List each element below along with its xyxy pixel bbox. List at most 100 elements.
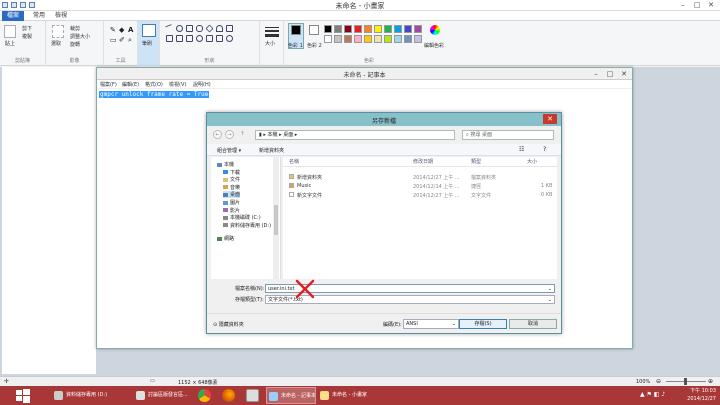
palette-swatch[interactable] (364, 35, 372, 43)
crop-button[interactable]: 裁剪 (70, 25, 80, 32)
palette-swatch[interactable] (334, 25, 342, 33)
brush-button[interactable]: 筆刷 (142, 40, 152, 47)
organize-button[interactable]: 組合管理 ▾ (217, 147, 241, 154)
save-button[interactable]: 存檔(S) (459, 319, 507, 329)
tab-view[interactable]: 檢視 (50, 11, 72, 21)
palette-swatch[interactable] (404, 25, 412, 33)
back-icon[interactable]: ← (213, 130, 222, 139)
column-header-size[interactable]: 大小 (527, 158, 537, 165)
help-icon[interactable]: ? (543, 146, 546, 153)
pencil-icon[interactable]: ✎ (110, 26, 116, 34)
arrow-left-shape-icon[interactable] (176, 35, 183, 42)
tab-file[interactable]: 檔案 (2, 11, 25, 21)
rotate-button[interactable]: 旋轉 (70, 41, 80, 48)
palette-swatch[interactable] (394, 35, 402, 43)
palette-swatch[interactable] (334, 35, 342, 43)
new-folder-button[interactable]: 新增資料夾 (259, 147, 284, 154)
minimize-icon[interactable]: – (676, 0, 690, 10)
oval-shape-icon[interactable] (176, 25, 183, 32)
pentagon-shape-icon[interactable] (226, 25, 233, 32)
tray-icons[interactable]: ▲ ⚑ ◧ ♪ (640, 391, 665, 398)
rounded-rectangle-shape-icon[interactable] (196, 25, 203, 32)
zoom-in-icon[interactable]: ⊕ (708, 378, 713, 385)
file-row[interactable]: 新文字文件 2014/12/27 上午 ... 文字文件 0 KB (283, 191, 557, 199)
palette-swatch[interactable] (414, 35, 422, 43)
diamond-shape-icon[interactable] (205, 24, 214, 33)
zoom-out-icon[interactable]: ⊖ (656, 378, 661, 385)
nav-item[interactable]: 文件 (223, 176, 240, 183)
taskbar-item-drive-d[interactable]: 資料儲存專用 (D:) (52, 387, 132, 404)
maximize-icon[interactable]: □ (690, 0, 704, 10)
view-options-icon[interactable]: ☷ (519, 146, 524, 153)
size-button[interactable]: 大小 (265, 40, 275, 47)
color2-button[interactable]: 色彩 2 (307, 42, 322, 49)
star-shape-icon[interactable] (186, 35, 193, 42)
clock[interactable]: 下午 10:03 2014/12/27 (672, 387, 716, 403)
palette-swatch[interactable] (374, 35, 382, 43)
nav-item[interactable]: 圖片 (223, 199, 240, 206)
palette-swatch[interactable] (404, 35, 412, 43)
color-picker-icon[interactable]: ✐ (119, 36, 125, 44)
palette-swatch[interactable] (384, 25, 392, 33)
filetype-dropdown-icon[interactable]: ⌄ (548, 296, 552, 304)
file-row[interactable]: 新增資料夾 2014/12/27 上午 ... 檔案資料夾 (283, 173, 557, 181)
navigation-scrollbar[interactable] (273, 157, 279, 279)
palette-swatch[interactable] (374, 25, 382, 33)
paste-button[interactable]: 貼上 (5, 40, 15, 47)
edit-colors-icon[interactable] (430, 25, 440, 35)
encoding-dropdown-icon[interactable]: ⌄ (452, 320, 456, 328)
file-row[interactable]: Music 2014/12/14 上午 ... 捷徑 1 KB (283, 182, 557, 190)
palette-swatch[interactable] (344, 25, 352, 33)
app-icon[interactable] (246, 389, 259, 402)
nav-item[interactable]: 本機 (217, 161, 234, 168)
nav-item[interactable]: 資料儲存專用 (D:) (223, 222, 271, 229)
palette-swatch[interactable] (324, 25, 332, 33)
resize-button[interactable]: 調整大小 (70, 33, 90, 40)
start-button[interactable] (6, 389, 40, 403)
zoom-slider-thumb[interactable] (684, 378, 687, 385)
color2-swatch[interactable] (309, 25, 319, 35)
copy-button[interactable]: 複製 (22, 33, 32, 40)
taskbar-item-forum[interactable]: 討論區版發言區... (134, 387, 194, 404)
firefox-icon[interactable] (222, 389, 235, 402)
address-segment-pc[interactable]: 本機 (267, 132, 277, 138)
line-shape-icon[interactable] (165, 24, 174, 33)
notepad-text-content[interactable]: gmpcr unlock frame rate = True (99, 91, 210, 98)
palette-swatch[interactable] (344, 35, 352, 43)
triangle-shape-icon[interactable] (216, 25, 223, 32)
notepad-close-icon[interactable]: ✕ (617, 69, 631, 79)
color1-button[interactable]: 色彩 1 (288, 42, 303, 49)
nav-item[interactable]: 本機磁碟 (C:) (223, 214, 261, 221)
address-segment-desktop[interactable]: 桌面 (283, 132, 293, 138)
up-icon[interactable]: ↑ (238, 130, 247, 139)
heart-shape-icon[interactable] (206, 35, 213, 42)
fill-icon[interactable]: ◆ (119, 26, 124, 34)
menu-file[interactable]: 檔案(F) (100, 81, 117, 88)
menu-edit[interactable]: 編輯(E) (122, 81, 139, 88)
palette-swatch[interactable] (364, 25, 372, 33)
palette-swatch[interactable] (324, 35, 332, 43)
column-header-date[interactable]: 修改日期 (413, 158, 433, 165)
nav-item[interactable]: 影片 (223, 207, 240, 214)
rectangle-shape-icon[interactable] (186, 25, 193, 32)
palette-swatch[interactable] (354, 25, 362, 33)
lightning-shape-icon[interactable] (216, 35, 223, 42)
column-header-name[interactable]: 名稱 (289, 158, 299, 165)
eraser-icon[interactable]: ▭ (110, 36, 117, 44)
filename-dropdown-icon[interactable]: ⌄ (548, 285, 552, 293)
tab-home[interactable]: 常用 (28, 11, 50, 21)
edit-colors-button[interactable]: 編輯色彩 (424, 42, 444, 49)
cut-button[interactable]: 剪下 (22, 25, 32, 32)
search-input[interactable]: ⌕ 搜尋 桌面 (462, 130, 554, 140)
hide-folders-toggle[interactable]: ⊙ 隱藏資料夾 (213, 321, 244, 328)
color1-swatch[interactable] (291, 25, 301, 35)
cloud-shape-icon[interactable] (226, 35, 233, 42)
menu-view[interactable]: 檢視(V) (169, 81, 186, 88)
palette-swatch[interactable] (384, 35, 392, 43)
text-icon[interactable]: A (128, 26, 133, 34)
forward-icon[interactable]: → (225, 130, 234, 139)
select-icon[interactable] (52, 25, 64, 38)
arrow-right-shape-icon[interactable] (166, 35, 173, 42)
palette-swatch[interactable] (394, 25, 402, 33)
menu-format[interactable]: 格式(O) (145, 81, 163, 88)
